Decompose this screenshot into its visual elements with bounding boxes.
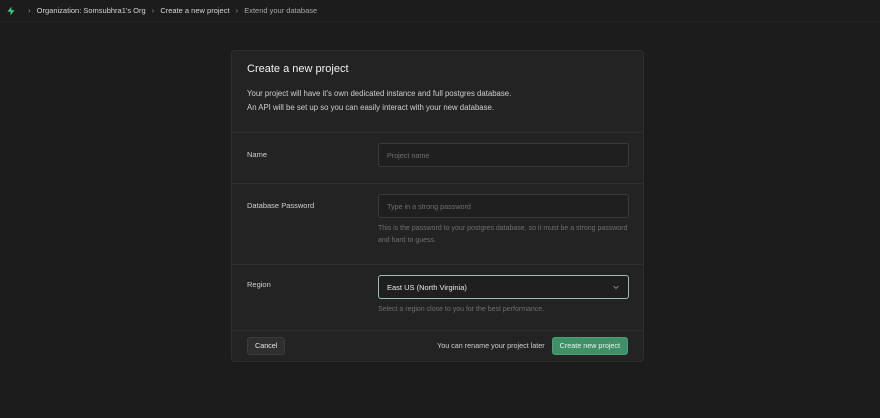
chevron-right-icon: ›	[151, 6, 155, 15]
database-password-label: Database Password	[247, 201, 315, 210]
top-bar: › Organization: Somsubhra1's Org › Creat…	[0, 0, 880, 22]
supabase-logo-icon[interactable]	[6, 6, 16, 16]
chevron-right-icon: ›	[235, 6, 239, 15]
breadcrumb-create-project[interactable]: Create a new project	[160, 6, 229, 15]
breadcrumb-organization[interactable]: Organization: Somsubhra1's Org	[37, 6, 146, 15]
region-label: Region	[247, 280, 271, 289]
database-password-input[interactable]	[378, 194, 629, 218]
card-footer: Cancel You can rename your project later…	[232, 330, 643, 361]
password-help-text: This is the password to your postgres da…	[378, 225, 628, 244]
name-row: Name	[232, 133, 643, 184]
footer-actions: You can rename your project later Create…	[437, 336, 628, 355]
card-title: Create a new project	[247, 63, 349, 75]
chevron-down-icon	[612, 283, 620, 291]
breadcrumb-extend-database: Extend your database	[244, 6, 318, 15]
card-header: Create a new project Your project will h…	[232, 51, 643, 133]
create-project-button[interactable]: Create new project	[551, 336, 628, 355]
card-description-line1: Your project will have it's own dedicate…	[247, 89, 512, 98]
card-description-line2: An API will be set up so you can easily …	[247, 103, 495, 112]
project-name-input[interactable]	[378, 143, 629, 167]
name-label: Name	[247, 150, 268, 159]
region-selected-value: East US (North Virginia)	[387, 282, 467, 292]
chevron-right-icon: ›	[28, 6, 31, 15]
password-row: Database Password This is the password t…	[232, 184, 643, 265]
region-help-text: Select a region close to you for the bes…	[378, 306, 545, 313]
create-project-card: Create a new project Your project will h…	[231, 50, 644, 362]
region-select[interactable]: East US (North Virginia)	[378, 275, 629, 299]
rename-note: You can rename your project later	[437, 341, 545, 350]
cancel-button[interactable]: Cancel	[247, 336, 286, 355]
